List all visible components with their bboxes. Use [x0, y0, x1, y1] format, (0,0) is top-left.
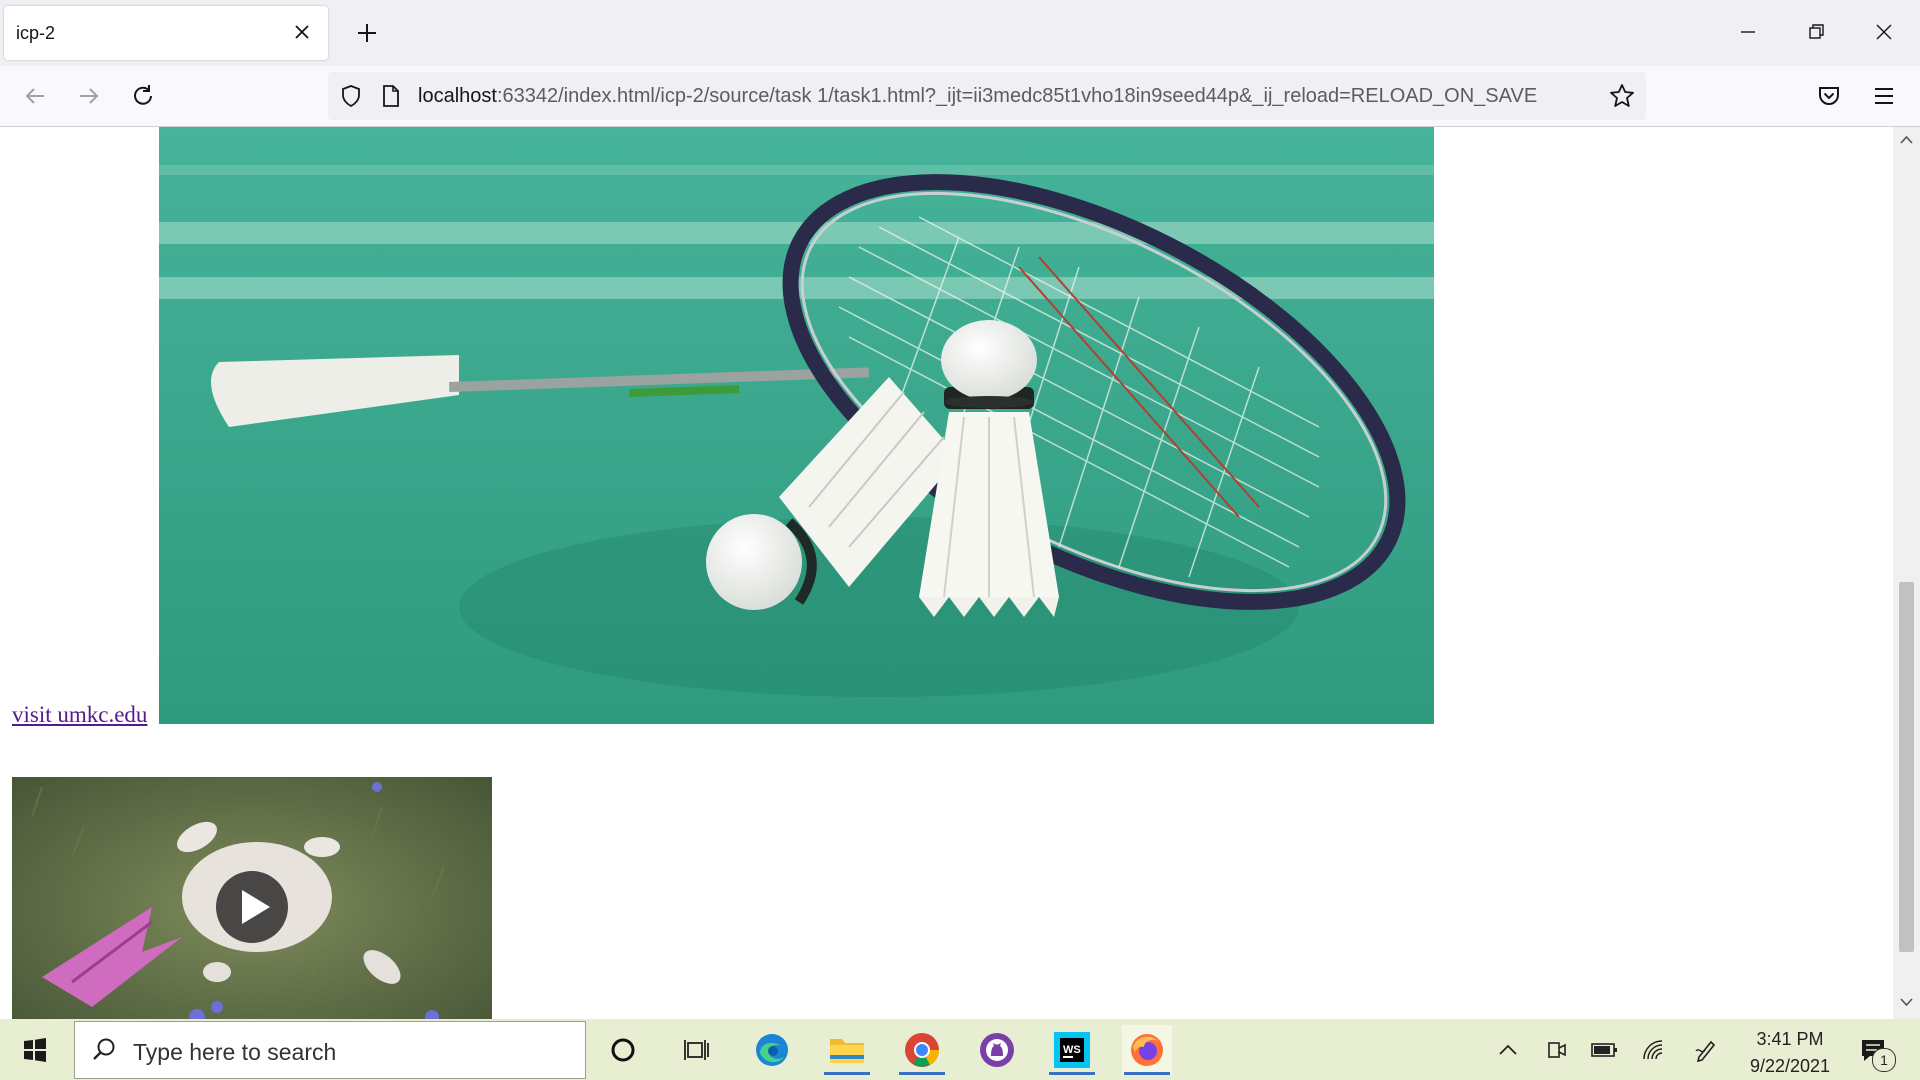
- clock-date: 9/22/2021: [1749, 1056, 1831, 1076]
- minimize-icon[interactable]: [1726, 12, 1770, 52]
- scroll-up-icon[interactable]: [1899, 133, 1914, 151]
- page-content: visit umkc.edu: [0, 127, 1893, 1019]
- file-explorer-icon[interactable]: [822, 1025, 872, 1075]
- edge-browser-icon[interactable]: [747, 1025, 797, 1075]
- scroll-down-icon[interactable]: [1899, 995, 1914, 1013]
- bookmark-star-icon[interactable]: [1608, 82, 1636, 115]
- reload-icon[interactable]: [125, 78, 161, 114]
- navigation-toolbar: localhost:63342/index.html/icp-2/source/…: [0, 66, 1920, 127]
- webstorm-icon[interactable]: WS: [1047, 1025, 1097, 1075]
- search-icon: [91, 1037, 117, 1068]
- shield-icon[interactable]: [338, 83, 364, 114]
- firefox-icon[interactable]: [1122, 1025, 1172, 1075]
- forward-icon[interactable]: [71, 78, 107, 114]
- page-info-icon[interactable]: [380, 83, 402, 114]
- tab-title: icp-2: [16, 23, 56, 43]
- battery-icon[interactable]: [1579, 1025, 1629, 1075]
- back-icon[interactable]: [17, 78, 53, 114]
- browser-tab[interactable]: icp-2: [4, 6, 328, 60]
- menu-icon[interactable]: [1866, 78, 1902, 114]
- svg-text:WS: WS: [1063, 1044, 1081, 1056]
- chrome-icon[interactable]: [897, 1025, 947, 1075]
- page-scrollbar[interactable]: [1893, 127, 1920, 1019]
- scrollbar-thumb[interactable]: [1899, 582, 1914, 952]
- cortana-icon[interactable]: [598, 1025, 648, 1075]
- firefox-active-indicator: [1124, 1072, 1170, 1075]
- chrome-active-indicator: [899, 1072, 945, 1075]
- notification-badge: 1: [1872, 1048, 1896, 1072]
- new-tab-icon[interactable]: [352, 18, 382, 48]
- show-hidden-icons-icon[interactable]: [1483, 1025, 1533, 1075]
- url-text[interactable]: localhost:63342/index.html/icp-2/source/…: [418, 85, 1537, 108]
- windows-start-icon[interactable]: [10, 1025, 60, 1075]
- close-window-icon[interactable]: [1862, 12, 1906, 52]
- video-player[interactable]: [12, 777, 492, 1019]
- url-host: localhost: [418, 85, 497, 107]
- notification-center-icon[interactable]: 1: [1848, 1025, 1898, 1075]
- meet-now-icon[interactable]: [1532, 1025, 1582, 1075]
- system-clock[interactable]: 3:41 PM 9/22/2021: [1735, 1026, 1845, 1080]
- url-path: :63342/index.html/icp-2/source/task 1/ta…: [496, 85, 1538, 107]
- clock-time: 3:41 PM: [1756, 1029, 1824, 1049]
- github-desktop-icon[interactable]: [972, 1025, 1022, 1075]
- pocket-icon[interactable]: [1811, 78, 1847, 114]
- windows-taskbar: Type here to search WS 3:41 PM 9/22/2021…: [0, 1019, 1920, 1080]
- restore-icon[interactable]: [1794, 12, 1838, 52]
- wifi-icon[interactable]: [1628, 1025, 1678, 1075]
- search-placeholder: Type here to search: [133, 1039, 337, 1065]
- url-bar[interactable]: localhost:63342/index.html/icp-2/source/…: [328, 72, 1646, 120]
- umkc-link[interactable]: visit umkc.edu: [12, 702, 147, 728]
- badminton-image: [159, 127, 1434, 724]
- pen-ink-icon[interactable]: [1681, 1025, 1731, 1075]
- task-view-icon[interactable]: [672, 1025, 722, 1075]
- explorer-active-indicator: [824, 1072, 870, 1075]
- taskbar-search-box[interactable]: Type here to search: [74, 1021, 586, 1079]
- webstorm-active-indicator: [1049, 1072, 1095, 1075]
- tab-bar: icp-2: [0, 0, 1920, 66]
- tab-close-icon[interactable]: [290, 20, 314, 44]
